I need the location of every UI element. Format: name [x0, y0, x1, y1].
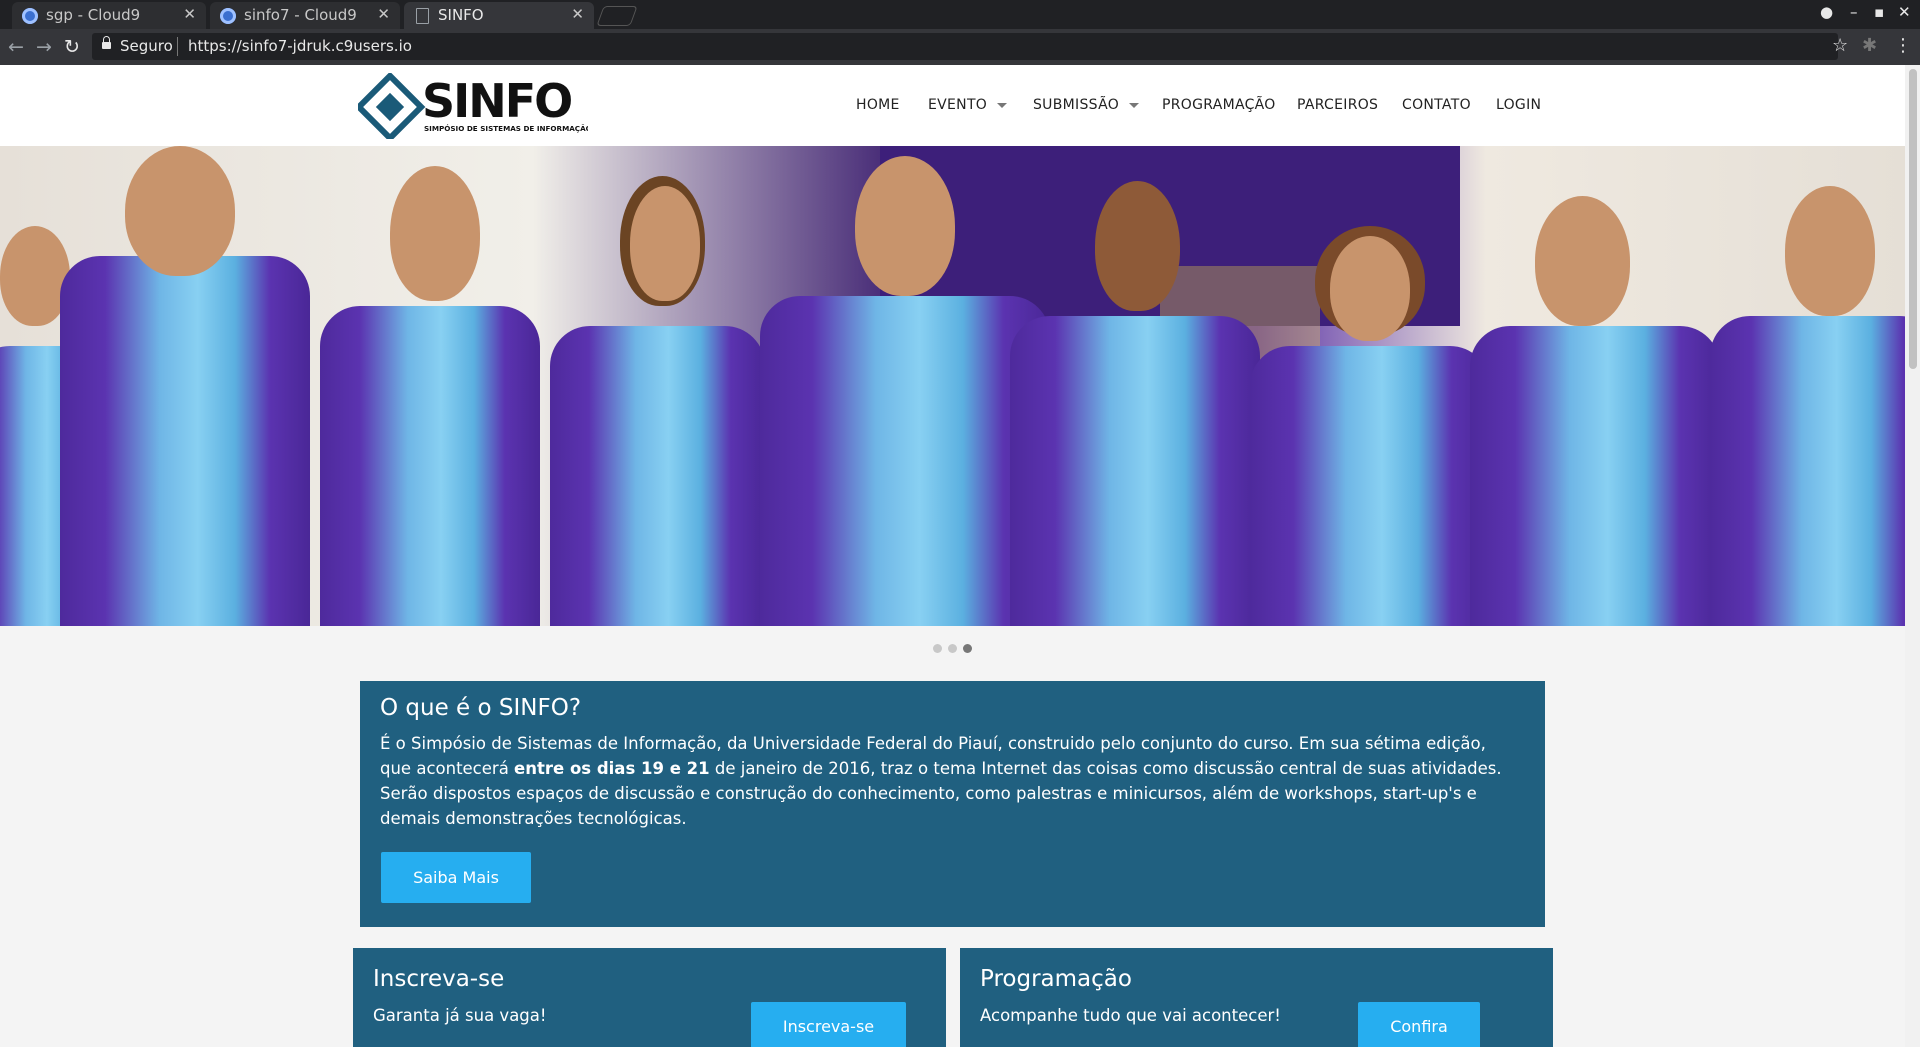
cloud9-icon	[220, 8, 236, 24]
person-head	[390, 166, 480, 301]
scrollbar-thumb[interactable]	[1909, 69, 1917, 369]
close-window-icon[interactable]: ✕	[1898, 3, 1911, 21]
maximize-icon[interactable]: ▪	[1874, 3, 1884, 21]
programacao-card: Programação Acompanhe tudo que vai acont…	[960, 948, 1553, 1047]
browser-toolbar: ← → ↻ Seguro https://sinfo7-jdruk.c9user…	[0, 29, 1920, 65]
nav-parceiros[interactable]: PARCEIROS	[1297, 97, 1378, 113]
cloud9-icon	[22, 8, 38, 24]
address-separator	[177, 37, 178, 56]
card-title: Programação	[980, 966, 1132, 992]
person-head	[125, 146, 235, 276]
logo-tagline: SIMPÓSIO DE SISTEMAS DE INFORMAÇÃO	[424, 124, 588, 133]
browser-tab-sinfo7[interactable]: sinfo7 - Cloud9 ✕	[210, 2, 400, 29]
new-tab-button[interactable]	[596, 6, 638, 26]
about-text: É o Simpósio de Sistemas de Informação, …	[380, 731, 1510, 831]
tab-title: sgp - Cloud9	[46, 6, 141, 24]
nav-home[interactable]: HOME	[856, 97, 900, 113]
tab-title: sinfo7 - Cloud9	[244, 6, 357, 24]
saiba-mais-button[interactable]: Saiba Mais	[381, 852, 531, 903]
person-shirt	[60, 256, 310, 626]
address-bar[interactable]: Seguro https://sinfo7-jdruk.c9users.io	[92, 33, 1838, 60]
nav-contato[interactable]: CONTATO	[1402, 97, 1471, 113]
about-text-dates: entre os dias 19 e 21	[514, 759, 710, 778]
profile-icon[interactable]: ●	[1820, 3, 1833, 21]
reload-icon[interactable]: ↻	[64, 36, 80, 58]
nav-programacao[interactable]: PROGRAMAÇÃO	[1162, 97, 1276, 113]
sinfo-logo[interactable]: SINFO SIMPÓSIO DE SISTEMAS DE INFORMAÇÃO	[358, 73, 588, 139]
nav-submissao[interactable]: SUBMISSÃO	[1033, 97, 1140, 113]
confira-button[interactable]: Confira	[1358, 1002, 1480, 1047]
bookmark-star-icon[interactable]: ☆	[1832, 35, 1848, 56]
person-head	[1785, 186, 1875, 316]
close-tab-icon[interactable]: ✕	[571, 5, 584, 23]
logo-wordmark: SINFO	[422, 74, 571, 128]
caret-down-icon	[1129, 102, 1140, 108]
carousel-indicator-1[interactable]	[933, 644, 942, 653]
person-head	[630, 186, 700, 301]
site-navbar: SINFO SIMPÓSIO DE SISTEMAS DE INFORMAÇÃO…	[0, 65, 1905, 146]
about-title: O que é o SINFO?	[380, 695, 582, 721]
page-scrollbar[interactable]	[1905, 65, 1920, 1047]
person-head	[1095, 181, 1180, 311]
extension-icon[interactable]: ✱	[1862, 35, 1877, 56]
close-tab-icon[interactable]: ✕	[377, 5, 390, 23]
forward-arrow-icon[interactable]: →	[36, 36, 52, 58]
lock-icon	[102, 36, 111, 49]
document-icon	[416, 8, 429, 24]
hero-carousel-image[interactable]	[0, 146, 1905, 626]
card-title: Inscreva-se	[373, 966, 505, 992]
caret-down-icon	[997, 102, 1008, 108]
card-subtitle: Acompanhe tudo que vai acontecer!	[980, 1006, 1281, 1025]
nav-evento[interactable]: EVENTO	[928, 97, 1008, 113]
tab-title: SINFO	[438, 6, 484, 24]
person-head	[1330, 236, 1410, 341]
browser-tab-sgp[interactable]: sgp - Cloud9 ✕	[12, 2, 206, 29]
back-arrow-icon[interactable]: ←	[8, 36, 24, 58]
person-shirt	[1250, 346, 1490, 626]
web-page: SINFO SIMPÓSIO DE SISTEMAS DE INFORMAÇÃO…	[0, 65, 1905, 1047]
person-shirt	[760, 296, 1050, 626]
nav-evento-label: EVENTO	[928, 97, 988, 113]
nav-login[interactable]: LOGIN	[1496, 97, 1541, 113]
person-shirt	[1710, 316, 1905, 626]
security-label: Seguro	[120, 37, 173, 55]
menu-kebab-icon[interactable]: ⋮	[1894, 35, 1912, 56]
browser-tab-bar: sgp - Cloud9 ✕ sinfo7 - Cloud9 ✕ SINFO ✕…	[0, 0, 1920, 29]
person-shirt	[1010, 316, 1260, 626]
person-head	[855, 156, 955, 296]
carousel-indicator-2[interactable]	[948, 644, 957, 653]
close-tab-icon[interactable]: ✕	[183, 5, 196, 23]
carousel-indicator-3[interactable]	[963, 644, 972, 653]
person-head	[1535, 196, 1630, 326]
url-text[interactable]: https://sinfo7-jdruk.c9users.io	[188, 37, 412, 55]
browser-tab-sinfo[interactable]: SINFO ✕	[404, 2, 594, 29]
person-shirt	[550, 326, 765, 626]
card-subtitle: Garanta já sua vaga!	[373, 1006, 547, 1025]
nav-submissao-label: SUBMISSÃO	[1033, 97, 1120, 113]
inscreva-se-button[interactable]: Inscreva-se	[751, 1002, 906, 1047]
minimize-icon[interactable]: –	[1850, 3, 1858, 21]
person-shirt	[1470, 326, 1720, 626]
inscreva-se-card: Inscreva-se Garanta já sua vaga! Inscrev…	[353, 948, 946, 1047]
about-section: O que é o SINFO? É o Simpósio de Sistema…	[360, 681, 1545, 927]
person-shirt	[320, 306, 540, 626]
